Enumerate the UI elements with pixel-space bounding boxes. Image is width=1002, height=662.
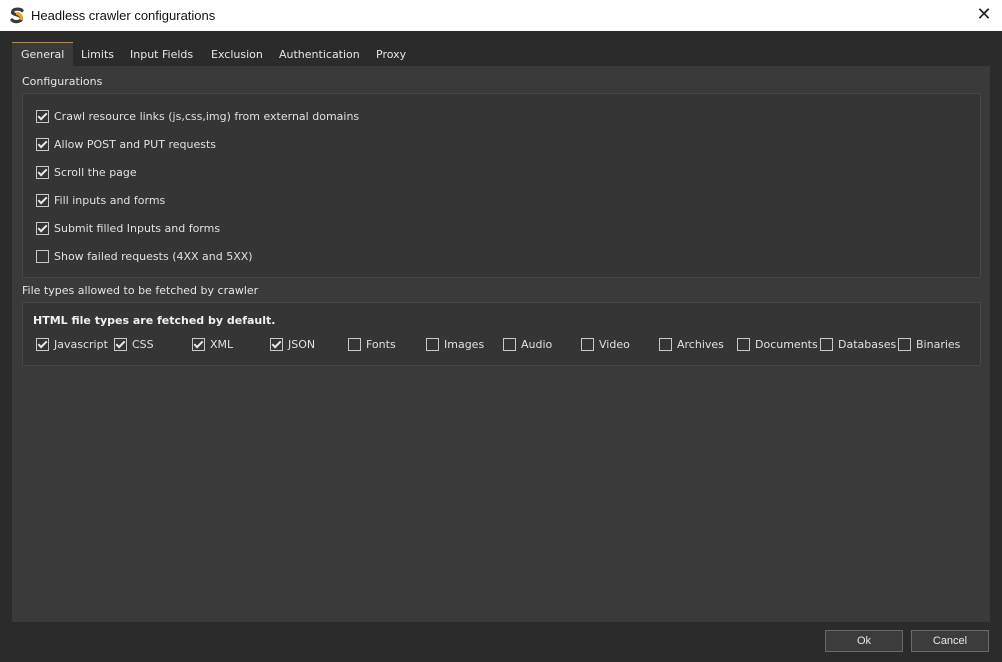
checkbox[interactable] bbox=[36, 165, 49, 179]
filetype-images[interactable]: Images bbox=[426, 337, 484, 351]
checkbox[interactable] bbox=[36, 193, 49, 207]
filetype-databases[interactable]: Databases bbox=[820, 337, 896, 351]
filetype-archives[interactable]: Archives bbox=[659, 337, 724, 351]
filetype-fonts[interactable]: Fonts bbox=[348, 337, 396, 351]
option-allow-post-put[interactable]: Allow POST and PUT requests bbox=[36, 137, 216, 151]
filetype-css[interactable]: CSS bbox=[114, 337, 154, 351]
tab-authentication[interactable]: Authentication bbox=[270, 42, 369, 66]
filetype-json[interactable]: JSON bbox=[270, 337, 315, 351]
general-tab-panel: Configurations Crawl resource links (js,… bbox=[12, 66, 990, 622]
close-icon[interactable]: ✕ bbox=[974, 5, 994, 25]
tab-limits[interactable]: Limits bbox=[72, 42, 123, 66]
checkbox[interactable] bbox=[36, 137, 49, 151]
checkbox[interactable] bbox=[737, 337, 750, 351]
tab-general[interactable]: General bbox=[12, 42, 74, 67]
checkbox[interactable] bbox=[348, 337, 361, 351]
option-fill-inputs[interactable]: Fill inputs and forms bbox=[36, 193, 165, 207]
title-bar: Headless crawler configurations ✕ bbox=[0, 0, 1002, 31]
checkbox[interactable] bbox=[426, 337, 439, 351]
app-logo-icon bbox=[10, 7, 24, 24]
checkbox[interactable] bbox=[114, 337, 127, 351]
checkbox[interactable] bbox=[192, 337, 205, 351]
checkbox[interactable] bbox=[270, 337, 283, 351]
configurations-group: Crawl resource links (js,css,img) from e… bbox=[22, 93, 981, 278]
html-default-note: HTML file types are fetched by default. bbox=[33, 314, 276, 327]
checkbox[interactable] bbox=[581, 337, 594, 351]
option-show-failed-requests[interactable]: Show failed requests (4XX and 5XX) bbox=[36, 249, 253, 263]
filetype-documents[interactable]: Documents bbox=[737, 337, 818, 351]
option-submit-filled-inputs[interactable]: Submit filled Inputs and forms bbox=[36, 221, 220, 235]
checkbox[interactable] bbox=[36, 221, 49, 235]
cancel-button[interactable]: Cancel bbox=[911, 630, 989, 652]
window-title: Headless crawler configurations bbox=[31, 8, 216, 23]
filetype-binaries[interactable]: Binaries bbox=[898, 337, 960, 351]
ok-button[interactable]: Ok bbox=[825, 630, 903, 652]
filetype-video[interactable]: Video bbox=[581, 337, 630, 351]
checkbox[interactable] bbox=[36, 109, 49, 123]
tab-exclusion[interactable]: Exclusion bbox=[202, 42, 272, 66]
option-scroll-page[interactable]: Scroll the page bbox=[36, 165, 137, 179]
checkbox[interactable] bbox=[36, 337, 49, 351]
filetype-audio[interactable]: Audio bbox=[503, 337, 552, 351]
tab-input-fields[interactable]: Input Fields bbox=[121, 42, 202, 66]
checkbox[interactable] bbox=[503, 337, 516, 351]
filetype-xml[interactable]: XML bbox=[192, 337, 233, 351]
configurations-heading: Configurations bbox=[22, 75, 103, 88]
filetype-javascript[interactable]: Javascript bbox=[36, 337, 108, 351]
file-types-group: HTML file types are fetched by default. … bbox=[22, 302, 981, 366]
option-crawl-external-resources[interactable]: Crawl resource links (js,css,img) from e… bbox=[36, 109, 359, 123]
checkbox[interactable] bbox=[659, 337, 672, 351]
checkbox[interactable] bbox=[898, 337, 911, 351]
file-types-heading: File types allowed to be fetched by craw… bbox=[22, 284, 259, 297]
tab-proxy[interactable]: Proxy bbox=[367, 42, 415, 66]
checkbox[interactable] bbox=[820, 337, 833, 351]
checkbox[interactable] bbox=[36, 249, 49, 263]
